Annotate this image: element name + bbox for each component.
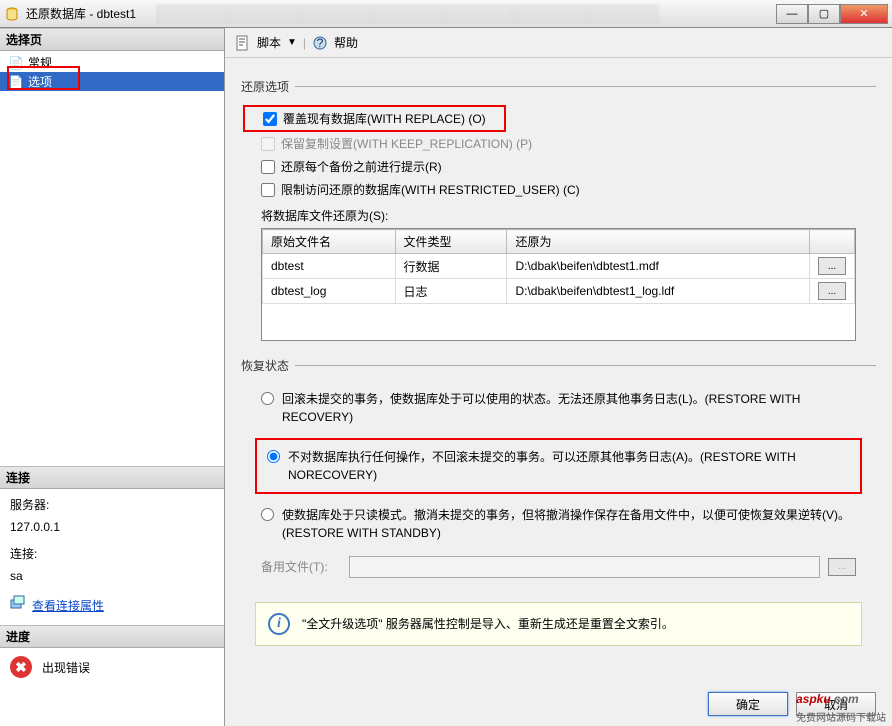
norecovery-radio-row: 不对数据库执行任何操作，不回滚未提交的事务。可以还原其他事务日志(A)。(RES… bbox=[261, 444, 856, 488]
close-button[interactable]: ✕ bbox=[840, 4, 888, 24]
browse-button[interactable]: ... bbox=[818, 282, 846, 300]
cell-type: 日志 bbox=[395, 279, 507, 304]
col-restore-as[interactable]: 还原为 bbox=[507, 230, 810, 254]
norecovery-label[interactable]: 不对数据库执行任何操作，不回滚未提交的事务。可以还原其他事务日志(A)。(RES… bbox=[288, 448, 850, 484]
col-type[interactable]: 文件类型 bbox=[395, 230, 507, 254]
recovery-state-legend: 恢复状态 bbox=[241, 357, 295, 374]
sidebar-item-options[interactable]: 📄 选项 bbox=[0, 72, 224, 91]
properties-icon bbox=[10, 595, 26, 619]
error-icon: ✖ bbox=[10, 656, 32, 678]
table-row[interactable]: dbtest 行数据 D:\dbak\beifen\dbtest1.mdf ..… bbox=[263, 254, 855, 279]
standby-file-input bbox=[349, 556, 820, 578]
sidebar: 选择页 📄 常规 📄 选项 连接 服务器: 127.0.0.1 连接: sa bbox=[0, 28, 225, 726]
recovery-radio-row: 回滚未提交的事务，使数据库处于可以使用的状态。无法还原其他事务日志(L)。(RE… bbox=[241, 384, 876, 432]
server-label: 服务器: bbox=[10, 495, 214, 517]
table-header-row: 原始文件名 文件类型 还原为 bbox=[263, 230, 855, 254]
restricted-checkbox[interactable] bbox=[261, 183, 275, 197]
progress-text: 出现错误 bbox=[42, 659, 90, 676]
restricted-row: 限制访问还原的数据库(WITH RESTRICTED_USER) (C) bbox=[241, 178, 876, 201]
info-bar: i "全文升级选项" 服务器属性控制是导入、重新生成还是重置全文索引。 bbox=[255, 602, 862, 646]
prompt-each-row: 还原每个备份之前进行提示(R) bbox=[241, 155, 876, 178]
view-connection-properties-link[interactable]: 查看连接属性 bbox=[32, 596, 104, 618]
restore-as-label: 将数据库文件还原为(S): bbox=[241, 201, 876, 228]
standby-label[interactable]: 使数据库处于只读模式。撤消未提交的事务，但将撤消操作保存在备用文件中，以便可使恢… bbox=[282, 506, 856, 542]
overwrite-label[interactable]: 覆盖现有数据库(WITH REPLACE) (O) bbox=[283, 110, 486, 127]
maximize-button[interactable]: ▢ bbox=[808, 4, 840, 24]
database-icon bbox=[4, 6, 20, 22]
keep-replication-checkbox bbox=[261, 137, 275, 151]
toolbar: 脚本 ▼ | ? 帮助 bbox=[225, 28, 892, 58]
select-page-header: 选择页 bbox=[0, 28, 224, 51]
ok-button[interactable]: 确定 bbox=[708, 692, 788, 716]
script-button[interactable]: 脚本 bbox=[257, 34, 281, 51]
browse-button[interactable]: ... bbox=[818, 257, 846, 275]
standby-radio-row: 使数据库处于只读模式。撤消未提交的事务，但将撤消操作保存在备用文件中，以便可使恢… bbox=[241, 500, 876, 548]
standby-file-row: 备用文件(T): ... bbox=[241, 548, 876, 586]
table-row[interactable]: dbtest_log 日志 D:\dbak\beifen\dbtest1_log… bbox=[263, 279, 855, 304]
script-icon bbox=[235, 35, 251, 51]
cancel-button[interactable]: 取消 bbox=[796, 692, 876, 716]
server-value: 127.0.0.1 bbox=[10, 517, 214, 539]
browse-button: ... bbox=[828, 558, 856, 576]
window-controls: — ▢ ✕ bbox=[776, 4, 888, 24]
restore-options-legend: 还原选项 bbox=[241, 78, 295, 95]
cell-type: 行数据 bbox=[395, 254, 507, 279]
background-tabs bbox=[156, 4, 776, 24]
keep-replication-row: 保留复制设置(WITH KEEP_REPLICATION) (P) bbox=[241, 132, 876, 155]
highlight-annotation: 不对数据库执行任何操作，不回滚未提交的事务。可以还原其他事务日志(A)。(RES… bbox=[255, 438, 862, 494]
overwrite-checkbox-row: 覆盖现有数据库(WITH REPLACE) (O) bbox=[243, 105, 506, 132]
sidebar-item-general[interactable]: 📄 常规 bbox=[0, 53, 224, 72]
page-icon: 📄 bbox=[8, 74, 24, 90]
cell-name: dbtest_log bbox=[263, 279, 396, 304]
overwrite-checkbox[interactable] bbox=[263, 112, 277, 126]
chevron-down-icon[interactable]: ▼ bbox=[287, 37, 297, 48]
window-title: 还原数据库 - dbtest1 bbox=[26, 5, 136, 22]
prompt-each-label[interactable]: 还原每个备份之前进行提示(R) bbox=[281, 158, 442, 175]
help-button[interactable]: 帮助 bbox=[334, 34, 358, 51]
restore-files-table: 原始文件名 文件类型 还原为 dbtest 行数据 D:\dbak\beifen… bbox=[261, 228, 856, 341]
progress-status: ✖ 出现错误 bbox=[0, 648, 224, 686]
page-icon: 📄 bbox=[8, 55, 24, 71]
connection-value: sa bbox=[10, 566, 214, 588]
recovery-radio[interactable] bbox=[261, 392, 274, 405]
norecovery-radio[interactable] bbox=[267, 450, 280, 463]
prompt-each-checkbox[interactable] bbox=[261, 160, 275, 174]
help-icon: ? bbox=[312, 35, 328, 51]
info-icon: i bbox=[268, 613, 290, 635]
sidebar-item-label: 选项 bbox=[28, 73, 52, 90]
info-text: "全文升级选项" 服务器属性控制是导入、重新生成还是重置全文索引。 bbox=[302, 615, 674, 632]
sidebar-item-label: 常规 bbox=[28, 54, 52, 71]
main-panel: 脚本 ▼ | ? 帮助 还原选项 覆盖现有数据库(WITH REPLACE) (… bbox=[225, 28, 892, 726]
recovery-label[interactable]: 回滚未提交的事务，使数据库处于可以使用的状态。无法还原其他事务日志(L)。(RE… bbox=[282, 390, 856, 426]
titlebar: 还原数据库 - dbtest1 — ▢ ✕ bbox=[0, 0, 892, 28]
connection-header: 连接 bbox=[0, 466, 224, 489]
progress-header: 进度 bbox=[0, 625, 224, 648]
restore-options-group: 还原选项 覆盖现有数据库(WITH REPLACE) (O) 保留复制设置(WI… bbox=[241, 78, 876, 341]
dialog-footer: 确定 取消 bbox=[708, 692, 876, 716]
col-original[interactable]: 原始文件名 bbox=[263, 230, 396, 254]
cell-path[interactable]: D:\dbak\beifen\dbtest1.mdf bbox=[507, 254, 810, 279]
standby-file-label: 备用文件(T): bbox=[261, 558, 341, 575]
minimize-button[interactable]: — bbox=[776, 4, 808, 24]
standby-radio[interactable] bbox=[261, 508, 274, 521]
svg-text:?: ? bbox=[317, 36, 324, 50]
cell-name: dbtest bbox=[263, 254, 396, 279]
recovery-state-group: 恢复状态 回滚未提交的事务，使数据库处于可以使用的状态。无法还原其他事务日志(L… bbox=[241, 357, 876, 586]
cell-path[interactable]: D:\dbak\beifen\dbtest1_log.ldf bbox=[507, 279, 810, 304]
restricted-label[interactable]: 限制访问还原的数据库(WITH RESTRICTED_USER) (C) bbox=[281, 181, 580, 198]
connection-info: 服务器: 127.0.0.1 连接: sa 查看连接属性 bbox=[0, 489, 224, 625]
connection-label: 连接: bbox=[10, 544, 214, 566]
keep-replication-label: 保留复制设置(WITH KEEP_REPLICATION) (P) bbox=[281, 135, 532, 152]
